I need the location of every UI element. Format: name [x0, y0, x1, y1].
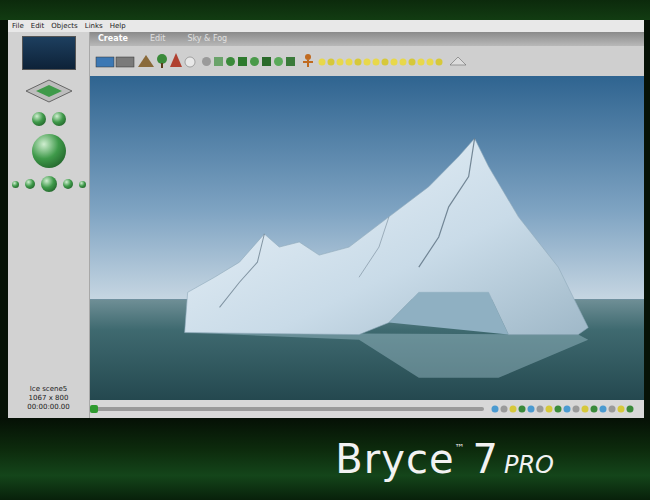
menu-bar: File Edit Objects Links Help: [8, 20, 644, 32]
object-icons: [90, 46, 644, 76]
render-viewport[interactable]: [90, 76, 644, 400]
zoom-icon[interactable]: [12, 181, 19, 188]
palette-tab[interactable]: Sky & Fog: [183, 33, 231, 45]
nano-preview[interactable]: [22, 36, 76, 70]
menu-item[interactable]: Links: [85, 20, 103, 32]
zoom-row: [12, 176, 86, 192]
timeline-bar: [90, 400, 644, 418]
product-banner: Bryce™ 7PRO: [0, 418, 650, 500]
time-knob[interactable]: [90, 405, 98, 413]
animation-controls-icon[interactable]: [490, 403, 640, 415]
product-edition: PRO: [504, 451, 554, 479]
document-name: Ice scene5: [30, 385, 67, 394]
menu-item[interactable]: File: [12, 20, 24, 32]
palette-tab[interactable]: Create: [94, 33, 132, 45]
zoom-icon[interactable]: [79, 181, 86, 188]
palette-tabs: Create Edit Sky & Fog: [90, 32, 644, 46]
document-size: 1067 x 800: [29, 394, 69, 403]
menu-item[interactable]: Help: [110, 20, 126, 32]
trademark: ™: [455, 442, 465, 453]
zoom-icon[interactable]: [25, 179, 35, 189]
control-panel: Ice scene51067 x 80000:00:00.00: [8, 32, 90, 418]
product-name: Bryce: [335, 436, 454, 482]
top-frame: [0, 0, 650, 20]
palette-tab[interactable]: Edit: [146, 33, 170, 45]
workspace: Ice scene51067 x 80000:00:00.00 Create Edi…: [8, 32, 644, 418]
camera-trackball-icon[interactable]: [32, 134, 66, 168]
create-toolbar: Create Edit Sky & Fog: [90, 32, 644, 76]
create-object-icons[interactable]: [94, 49, 474, 73]
view-diamond-icon[interactable]: [24, 78, 74, 104]
trackball-icon[interactable]: [52, 112, 66, 126]
zoom-icon[interactable]: [63, 179, 73, 189]
menu-item[interactable]: Objects: [51, 20, 77, 32]
camera-row: [32, 112, 66, 126]
view-controls: [12, 36, 86, 192]
time-scrubber[interactable]: [94, 407, 484, 411]
menu-item[interactable]: Edit: [31, 20, 45, 32]
iceberg-render-icon: [90, 76, 644, 400]
product-logo: Bryce™ 7PRO: [335, 436, 554, 482]
document-time: 00:00:00.00: [27, 403, 70, 412]
document-info: Ice scene51067 x 80000:00:00.00: [27, 385, 70, 412]
product-version: 7: [473, 436, 498, 482]
main-area: Create Edit Sky & Fog: [90, 32, 644, 418]
trackball-icon[interactable]: [32, 112, 46, 126]
zoom-icon[interactable]: [41, 176, 57, 192]
app-window: FileEditObjectsLinksHelpIce scene51067 x…: [8, 20, 644, 418]
